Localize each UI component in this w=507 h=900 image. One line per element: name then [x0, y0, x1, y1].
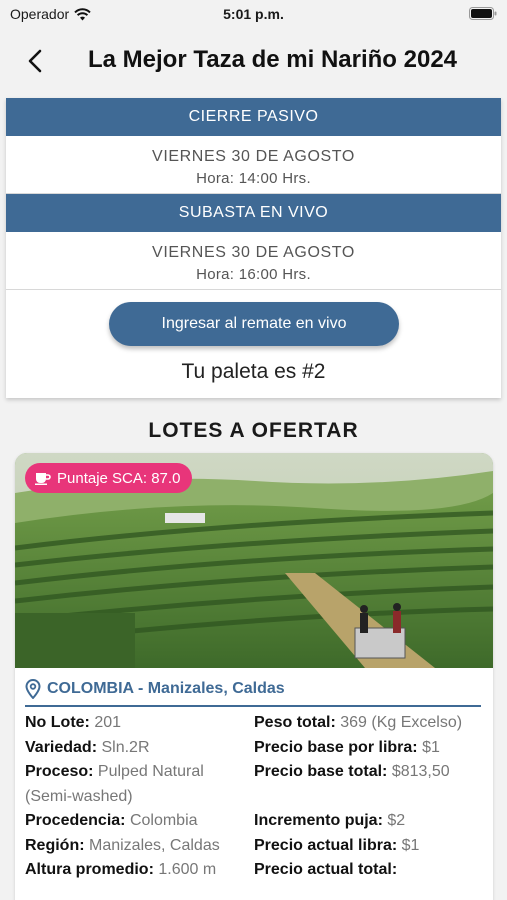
back-button[interactable] [20, 44, 50, 78]
detail-value: $1 [422, 738, 440, 756]
map-pin-icon [25, 679, 41, 699]
passive-close-header: CIERRE PASIVO [6, 98, 501, 136]
detail-value: Sln.2R [101, 738, 150, 756]
live-auction-hour: Hora: 16:00 Hrs. [196, 266, 311, 283]
battery-icon [469, 7, 497, 23]
status-bar: Operador 5:01 p.m. [0, 0, 507, 30]
detail-key: Precio actual libra: [254, 836, 398, 854]
live-auction-slot: VIERNES 30 DE AGOSTO Hora: 16:00 Hrs. [6, 232, 501, 290]
paddle-number: Tu paleta es #2 [181, 360, 326, 383]
detail-value: 1.600 m [158, 861, 217, 878]
detail-row: No Lote: 201 Peso total: 369 (Kg Excelso… [25, 711, 485, 736]
lot-details: No Lote: 201 Peso total: 369 (Kg Excelso… [25, 711, 485, 883]
detail-value: Manizales, Caldas [89, 836, 220, 854]
detail-key: Región: [25, 836, 85, 854]
passive-close-date: VIERNES 30 DE AGOSTO [152, 148, 355, 165]
lot-location-text: COLOMBIA - Manizales, Caldas [47, 680, 285, 697]
detail-key: Precio actual total: [254, 861, 398, 878]
lot-photo: Puntaje SCA: 87.0 [15, 453, 493, 668]
auction-schedule-card: CIERRE PASIVO VIERNES 30 DE AGOSTO Hora:… [6, 98, 501, 398]
detail-row: Altura promedio: 1.600 m Precio actual t… [25, 858, 485, 883]
detail-key: Precio base total: [254, 763, 388, 780]
clock: 5:01 p.m. [223, 6, 284, 22]
passive-close-hour: Hora: 14:00 Hrs. [196, 170, 311, 187]
detail-key: Variedad: [25, 738, 98, 756]
detail-key: Altura promedio: [25, 861, 154, 878]
detail-key: No Lote: [25, 714, 90, 731]
sca-score-badge: Puntaje SCA: 87.0 [25, 463, 193, 493]
detail-value: $1 [401, 836, 420, 854]
join-live-auction-button[interactable]: Ingresar al remate en vivo [109, 302, 399, 346]
detail-row: Región: Manizales, Caldas Precio actual … [25, 834, 485, 859]
detail-row: Procedencia: Colombia Incremento puja: $… [25, 809, 485, 834]
live-auction-date: VIERNES 30 DE AGOSTO [152, 244, 355, 261]
detail-value: 201 [94, 714, 122, 731]
detail-value: $2 [387, 812, 406, 829]
detail-row: Variedad: Sln.2R Precio base por libra: … [25, 736, 485, 761]
lot-card[interactable]: Puntaje SCA: 87.0 COLOMBIA - Manizales, … [15, 453, 493, 900]
detail-key: Incremento puja: [254, 812, 383, 829]
detail-value: Colombia [129, 812, 198, 829]
coffee-cup-icon [35, 473, 51, 485]
page-title: La Mejor Taza de mi Nariño 2024 [88, 46, 458, 73]
detail-key: Proceso: [25, 763, 94, 780]
detail-key: Procedencia: [25, 812, 126, 829]
detail-key: Precio base por libra: [254, 738, 418, 756]
navigation-bar: La Mejor Taza de mi Nariño 2024 [0, 36, 507, 86]
detail-value: 369 (Kg Excelso) [340, 714, 463, 731]
passive-close-slot: VIERNES 30 DE AGOSTO Hora: 14:00 Hrs. [6, 136, 501, 194]
detail-key: Peso total: [254, 714, 336, 731]
sca-score-label: Puntaje SCA: 87.0 [57, 469, 181, 487]
live-auction-header: SUBASTA EN VIVO [6, 194, 501, 232]
detail-value: $813,50 [391, 763, 450, 780]
lot-location: COLOMBIA - Manizales, Caldas [25, 677, 481, 707]
detail-row: Proceso: Pulped Natural (Semi-washed) Pr… [25, 760, 485, 809]
lots-section-title: LOTES A OFERTAR [148, 419, 359, 442]
chevron-left-icon [28, 49, 42, 73]
